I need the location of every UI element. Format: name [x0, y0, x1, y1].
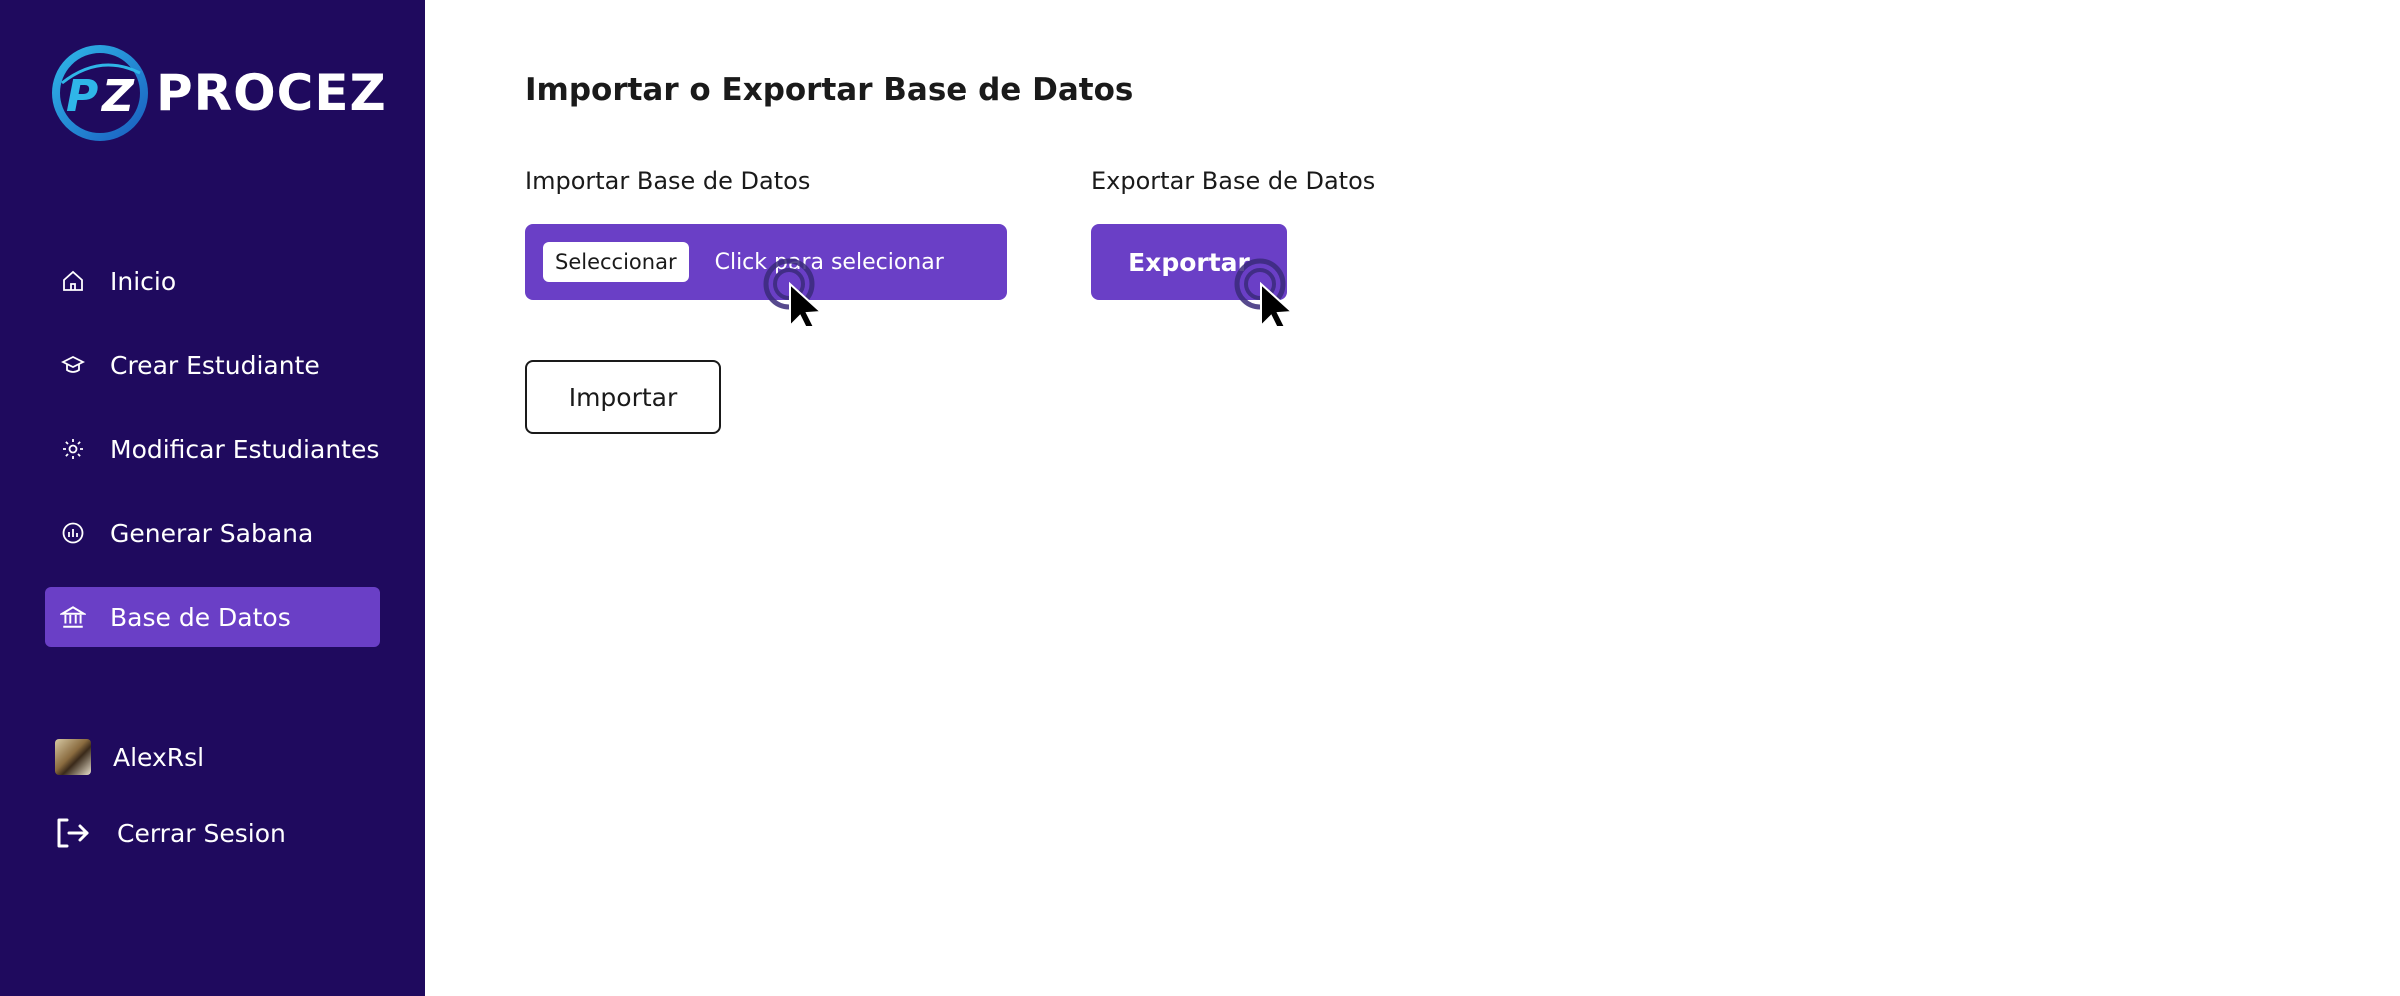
page-title: Importar o Exportar Base de Datos [525, 72, 1134, 108]
logout-label: Cerrar Sesion [117, 818, 286, 848]
user-area: AlexRsl Cerrar Sesion [55, 730, 395, 882]
sidebar-item-label: Crear Estudiante [110, 350, 320, 380]
user-name: AlexRsl [113, 742, 205, 772]
sidebar-nav: Inicio Crear Estudiante Modificar Estudi… [45, 251, 380, 671]
home-icon [57, 265, 89, 297]
svg-text:Z: Z [100, 71, 135, 122]
import-button[interactable]: Importar [525, 360, 721, 434]
sidebar-item-label: Generar Sabana [110, 518, 314, 548]
brand-logo[interactable]: P Z PROCEZ [52, 40, 387, 146]
sidebar-item-label: Modificar Estudiantes [110, 434, 380, 464]
logout-button[interactable]: Cerrar Sesion [55, 806, 395, 860]
export-section-label: Exportar Base de Datos [1091, 167, 1376, 195]
sidebar-item-label: Base de Datos [110, 602, 291, 632]
sidebar: P Z PROCEZ Inicio Crear Estudiante Modif… [0, 0, 425, 996]
file-select-button[interactable]: Seleccionar [543, 242, 689, 282]
sidebar-item-base-de-datos[interactable]: Base de Datos [45, 587, 380, 647]
logout-icon [55, 814, 93, 852]
user-profile[interactable]: AlexRsl [55, 730, 395, 784]
procez-logo-icon: P Z [52, 45, 148, 141]
sidebar-item-crear-estudiante[interactable]: Crear Estudiante [45, 335, 380, 395]
avatar [55, 739, 91, 775]
sidebar-item-generar-sabana[interactable]: Generar Sabana [45, 503, 380, 563]
graduation-cap-icon [57, 349, 89, 381]
bank-icon [57, 601, 89, 633]
brand-name: PROCEZ [156, 64, 387, 122]
sidebar-item-inicio[interactable]: Inicio [45, 251, 380, 311]
pointer-cursor-icon [763, 258, 824, 326]
chart-icon [57, 517, 89, 549]
pointer-cursor-icon [1234, 258, 1295, 326]
sidebar-item-label: Inicio [110, 266, 177, 296]
import-section-label: Importar Base de Datos [525, 167, 811, 195]
gear-icon [57, 433, 89, 465]
sidebar-item-modificar-estudiantes[interactable]: Modificar Estudiantes [45, 419, 380, 479]
svg-text:P: P [66, 71, 98, 122]
